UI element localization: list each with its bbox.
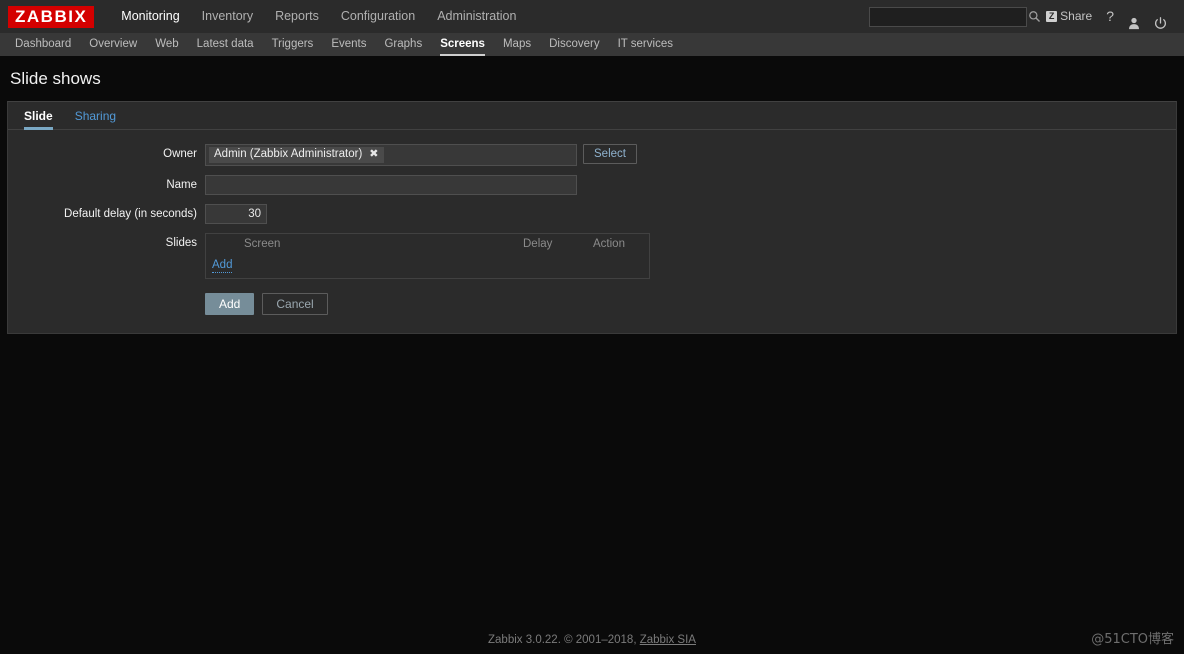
share-button[interactable]: Z Share xyxy=(1039,0,1099,33)
subnav-item-screens[interactable]: Screens xyxy=(431,33,494,56)
slides-label: Slides xyxy=(165,237,197,249)
owner-chip-remove-icon[interactable]: ✖ xyxy=(369,149,378,160)
form-row-owner: Owner Admin (Zabbix Administrator) ✖ Sel… xyxy=(8,144,1176,166)
top-header: ZABBIX Monitoring Inventory Reports Conf… xyxy=(0,0,1184,33)
tab-slide[interactable]: Slide xyxy=(18,109,64,130)
slides-table: Screen Delay Action Add xyxy=(205,233,650,279)
main-nav-configuration[interactable]: Configuration xyxy=(330,0,426,33)
search-icon xyxy=(1028,10,1041,23)
form-row-slides: Slides Screen Delay Action Add xyxy=(8,233,1176,279)
main-nav-inventory[interactable]: Inventory xyxy=(191,0,264,33)
subnav-item-overview[interactable]: Overview xyxy=(80,33,146,56)
slides-col-screen: Screen xyxy=(244,238,281,250)
form-row-default-delay: Default delay (in seconds) xyxy=(8,204,1176,224)
slides-add-row: Add xyxy=(206,255,649,278)
form-actions: Add Cancel xyxy=(8,293,1176,315)
tab-sharing[interactable]: Sharing xyxy=(64,109,127,129)
zabbix-logo[interactable]: ZABBIX xyxy=(8,5,95,28)
subnav-item-discovery[interactable]: Discovery xyxy=(540,33,608,56)
slides-table-body: Add xyxy=(206,255,649,278)
subnav-item-latest-data[interactable]: Latest data xyxy=(188,33,263,56)
page-footer: Zabbix 3.0.22. © 2001–2018, Zabbix SIA xyxy=(0,634,1184,646)
search-box[interactable] xyxy=(869,6,1041,27)
share-icon: Z xyxy=(1046,11,1058,22)
slides-col-action: Action xyxy=(593,238,625,250)
share-label: Share xyxy=(1060,9,1093,23)
main-nav-monitoring[interactable]: Monitoring xyxy=(110,0,190,33)
default-delay-label: Default delay (in seconds) xyxy=(64,208,197,220)
watermark: @51CTO博客 xyxy=(1091,632,1174,647)
owner-chip-label: Admin (Zabbix Administrator) xyxy=(214,148,363,160)
footer-zabbix-sia-link[interactable]: Zabbix SIA xyxy=(640,634,696,646)
slides-table-header-row: Screen Delay Action xyxy=(206,234,649,255)
cancel-button[interactable]: Cancel xyxy=(262,293,328,315)
subnav-item-events[interactable]: Events xyxy=(322,33,375,56)
owner-chip: Admin (Zabbix Administrator) ✖ xyxy=(209,147,384,163)
header-actions: Z Share ? xyxy=(869,0,1184,33)
form-body: Owner Admin (Zabbix Administrator) ✖ Sel… xyxy=(8,130,1176,333)
name-label: Name xyxy=(166,179,197,191)
main-navigation: Monitoring Inventory Reports Configurati… xyxy=(110,0,527,33)
slides-add-link[interactable]: Add xyxy=(212,259,233,273)
logout-power-icon[interactable] xyxy=(1147,10,1174,29)
user-profile-icon[interactable] xyxy=(1121,10,1147,30)
subnav-item-triggers[interactable]: Triggers xyxy=(263,33,323,56)
owner-select-button[interactable]: Select xyxy=(583,144,637,164)
search-input[interactable] xyxy=(874,8,1029,25)
owner-multiselect[interactable]: Admin (Zabbix Administrator) ✖ xyxy=(205,144,577,166)
subnav-item-dashboard[interactable]: Dashboard xyxy=(6,33,80,56)
owner-label: Owner xyxy=(163,148,197,160)
help-icon[interactable]: ? xyxy=(1099,0,1121,33)
subnav-item-graphs[interactable]: Graphs xyxy=(375,33,431,56)
sub-navigation: Dashboard Overview Web Latest data Trigg… xyxy=(0,33,1184,56)
form-row-name: Name xyxy=(8,175,1176,195)
subnav-item-web[interactable]: Web xyxy=(146,33,187,56)
form-tabs: Slide Sharing xyxy=(8,102,1176,130)
footer-copyright: Zabbix 3.0.22. © 2001–2018, xyxy=(488,634,640,646)
name-input[interactable] xyxy=(205,175,577,195)
slide-show-form-panel: Slide Sharing Owner Admin (Zabbix Admini… xyxy=(7,101,1177,334)
submit-add-button[interactable]: Add xyxy=(205,293,255,315)
subnav-item-maps[interactable]: Maps xyxy=(494,33,540,56)
subnav-item-it-services[interactable]: IT services xyxy=(609,33,682,56)
main-nav-administration[interactable]: Administration xyxy=(426,0,527,33)
default-delay-input[interactable] xyxy=(205,204,267,224)
page-title-bar: Slide shows xyxy=(0,56,1184,101)
main-nav-reports[interactable]: Reports xyxy=(264,0,330,33)
slides-col-delay: Delay xyxy=(523,238,553,250)
page-title: Slide shows xyxy=(10,69,101,88)
